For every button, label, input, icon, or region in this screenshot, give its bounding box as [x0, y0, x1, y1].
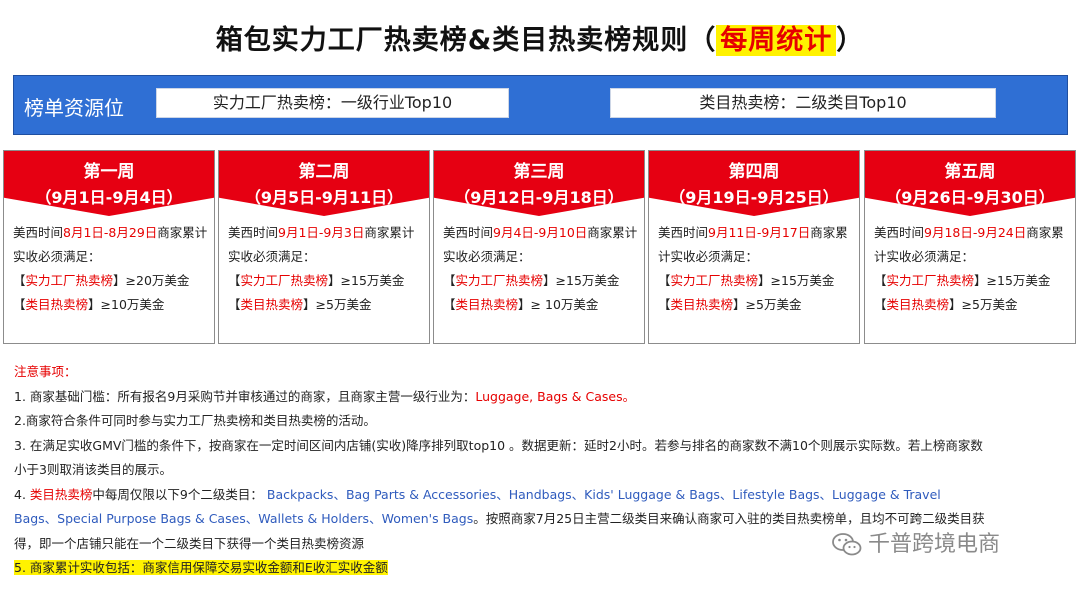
note-3: 3. 在满足实收GMV门槛的条件下，按商家在一定时间区间内店铺(实收)降序排列取… — [14, 437, 983, 478]
week-header: 第五周 （9月26日-9月30日） — [865, 151, 1075, 216]
note-2: 2.商家符合条件可同时参与实力工厂热卖榜和类目热卖榜的活动。 — [14, 413, 376, 428]
week-header: 第二周 （9月5日-9月11日） — [219, 151, 429, 216]
watermark-text: 千普跨境电商 — [868, 532, 1001, 557]
week-card-4: 第四周 （9月19日-9月25日） 美西时间9月11日-9月17日商家累计实收必… — [648, 150, 860, 344]
week-body: 美西时间8月1日-8月29日商家累计实收必须满足： 【实力工厂热卖榜】≥20万美… — [13, 225, 208, 312]
week-header: 第一周 （9月1日-9月4日） — [4, 151, 214, 216]
note-1: 1. 商家基础门槛：所有报名9月采购节并审核通过的商家，且商家主营一级行业为：L… — [14, 388, 636, 404]
week-name: 第五周 — [944, 162, 996, 182]
week-dates: （9月12日-9月18日） — [454, 188, 624, 207]
week-card-5: 第五周 （9月26日-9月30日） 美西时间9月18日-9月24日商家累计实收必… — [864, 150, 1076, 344]
factory-ranking-box: 实力工厂热卖榜：一级行业Top10 — [156, 88, 509, 118]
wechat-icon — [832, 533, 862, 556]
week-card-3: 第三周 （9月12日-9月18日） 美西时间9月4日-9月10日商家累计实收必须… — [433, 150, 645, 344]
week-header: 第三周 （9月12日-9月18日） — [434, 151, 644, 216]
week-name: 第三周 — [513, 162, 565, 182]
week-name: 第二周 — [298, 162, 350, 182]
week-card-2: 第二周 （9月5日-9月11日） 美西时间9月1日-9月3日商家累计实收必须满足… — [218, 150, 430, 344]
week-name: 第一周 — [83, 162, 135, 182]
category-ranking-box: 类目热卖榜：二级类目Top10 — [610, 88, 996, 118]
week-body: 美西时间9月18日-9月24日商家累计实收必须满足： 【实力工厂热卖榜】≥15万… — [874, 225, 1064, 312]
banner-label: 榜单资源位 — [24, 96, 124, 120]
resource-banner: 榜单资源位 实力工厂热卖榜：一级行业Top10 类目热卖榜：二级类目Top10 — [13, 75, 1068, 135]
page-title: 箱包实力工厂热卖榜&类目热卖榜规则（ 每周统计） — [215, 25, 865, 56]
week-card-1: 第一周 （9月1日-9月4日） 美西时间8月1日-8月29日商家累计实收必须满足… — [3, 150, 215, 344]
week-dates: （9月1日-9月4日） — [35, 188, 183, 207]
watermark: 千普跨境电商 — [832, 530, 1000, 560]
week-name: 第四周 — [728, 162, 780, 182]
title-highlight: 每周统计 — [716, 25, 837, 56]
week-dates: （9月5日-9月11日） — [244, 188, 404, 207]
week-body: 美西时间9月4日-9月10日商家累计实收必须满足： 【实力工厂热卖榜】≥15万美… — [443, 225, 638, 312]
notes-heading: 注意事项： — [14, 364, 77, 379]
week-body: 美西时间9月11日-9月17日商家累计实收必须满足： 【实力工厂热卖榜】≥15万… — [658, 225, 848, 312]
week-dates: （9月26日-9月30日） — [885, 188, 1055, 207]
week-body: 美西时间9月1日-9月3日商家累计实收必须满足： 【实力工厂热卖榜】≥15万美金… — [228, 225, 415, 312]
week-header: 第四周 （9月19日-9月25日） — [649, 151, 859, 216]
week-dates: （9月19日-9月25日） — [669, 188, 839, 207]
